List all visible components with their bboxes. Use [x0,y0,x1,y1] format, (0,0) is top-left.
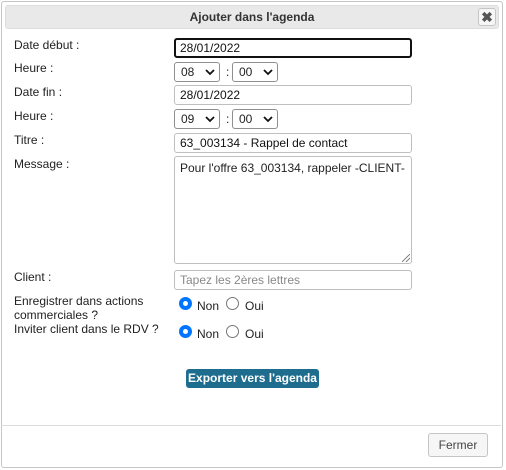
client-label: Client : [14,270,52,284]
client-search-input[interactable]: Tapez les 2ères lettres [174,270,412,290]
message-textarea[interactable]: Pour l'offre 63_003134, rappeler -CLIENT… [174,156,412,264]
chevron-down-icon [205,69,215,76]
enregistrer-non-radio[interactable] [179,297,192,310]
time-separator: : [226,112,230,126]
message-text: Pour l'offre 63_003134, rappeler -CLIENT… [180,161,405,175]
fermer-button[interactable]: Fermer [428,433,488,457]
date-debut-input[interactable]: 28/01/2022 [174,38,412,58]
inviter-oui-label: Oui [245,327,264,341]
footer-divider [1,425,501,426]
heure-fin-hour-value: 09 [181,112,195,126]
inviter-non-label: Non [197,327,220,341]
heure-fin-label: Heure : [14,109,54,123]
resize-grip-icon[interactable] [402,254,410,262]
enregistrer-label: Enregistrer dans actions commerciales ? [14,294,144,322]
export-agenda-button[interactable]: Exporter vers l'agenda [186,369,319,388]
titre-input[interactable]: 63_003134 - Rappel de contact [174,133,412,153]
heure-debut-minute-value: 00 [239,65,253,79]
heure-debut-hour-select[interactable]: 08 [174,62,220,82]
heure-debut-label: Heure : [14,61,54,75]
heure-fin-minute-select[interactable]: 00 [232,109,278,129]
dialog-titlebar[interactable]: Ajouter dans l'agenda ✖ [5,5,499,29]
chevron-down-icon [205,116,215,123]
chevron-down-icon [263,116,273,123]
inviter-oui-radio[interactable] [226,325,239,338]
date-fin-input[interactable]: 28/01/2022 [174,85,412,105]
chevron-down-icon [263,69,273,76]
heure-fin-hour-select[interactable]: 09 [174,109,220,129]
enregistrer-oui-radio[interactable] [226,297,239,310]
heure-debut-hour-value: 08 [181,65,195,79]
enregistrer-oui-label: Oui [245,299,264,313]
date-debut-label: Date début : [14,38,80,52]
time-separator: : [226,65,230,79]
heure-fin-minute-value: 00 [239,112,253,126]
inviter-non-radio[interactable] [179,325,192,338]
date-fin-label: Date fin : [14,85,63,99]
titre-label: Titre : [14,133,45,147]
enregistrer-non-label: Non [197,299,220,313]
heure-debut-minute-select[interactable]: 00 [232,62,278,82]
close-icon[interactable]: ✖ [478,8,496,26]
inviter-label: Inviter client dans le RDV ? [14,322,159,336]
dialog-title: Ajouter dans l'agenda [189,10,315,24]
message-label: Message : [14,157,70,171]
